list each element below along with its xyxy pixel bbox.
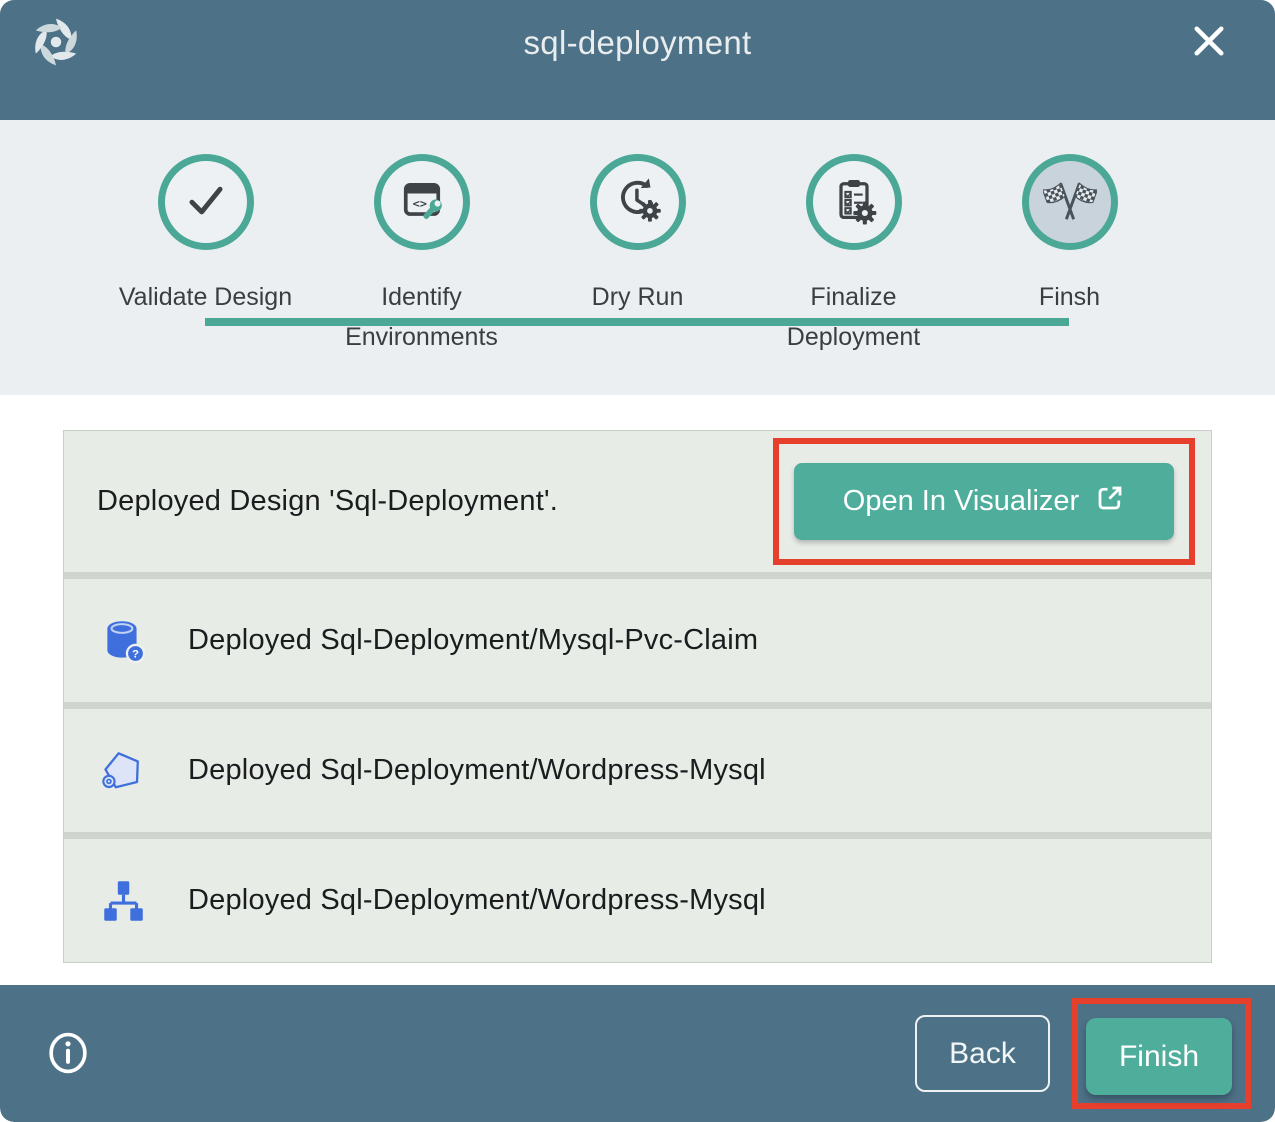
deployment-wizard-dialog: sql-deployment Validate Design (0, 0, 1275, 1122)
deployment-result-row: Deployed Sql-Deployment/Wordpress-Mysql (64, 839, 1211, 962)
step-label: Dry Run (592, 277, 684, 317)
dialog-header: sql-deployment (0, 0, 1275, 120)
svg-text:?: ? (132, 648, 139, 660)
step-circle (158, 154, 254, 250)
step-circle (806, 154, 902, 250)
dialog-footer: Back Finish (0, 985, 1275, 1122)
back-button[interactable]: Back (915, 1015, 1050, 1092)
hierarchy-icon (98, 876, 148, 926)
info-icon (45, 1064, 91, 1079)
checkered-flags-icon (1043, 173, 1097, 232)
external-link-icon (1095, 483, 1125, 521)
info-button[interactable] (44, 1030, 92, 1078)
deployment-results: Deployed Design 'Sql-Deployment'. Open I… (0, 395, 1275, 985)
step-circle: <> (374, 154, 470, 250)
step-label: Finsh (1039, 277, 1100, 317)
close-button[interactable] (1187, 20, 1231, 64)
step-dry-run: Dry Run (530, 154, 746, 357)
deployment-result-row: Deployed Sql-Deployment/Wordpress-Mysql (64, 709, 1211, 832)
step-finalize-deployment: Finalize Deployment (746, 154, 962, 357)
step-circle (1022, 154, 1118, 250)
deployment-result-text: Deployed Sql-Deployment/Wordpress-Mysql (188, 754, 766, 787)
deployment-result-row: ? Deployed Sql-Deployment/Mysql-Pvc-Clai… (64, 579, 1211, 702)
close-icon (1188, 50, 1230, 65)
database-icon: ? (98, 616, 148, 666)
result-list: Deployed Design 'Sql-Deployment'. Open I… (63, 430, 1212, 963)
step-label: Validate Design (119, 277, 292, 317)
pentagon-component-icon (98, 746, 148, 796)
step-circle (590, 154, 686, 250)
step-validate-design: Validate Design (98, 154, 314, 357)
finish-button[interactable]: Finish (1086, 1018, 1232, 1095)
step-finish: Finsh (962, 154, 1178, 357)
code-config-icon: <> (396, 174, 448, 231)
open-in-visualizer-label: Open In Visualizer (843, 485, 1079, 518)
check-icon (180, 174, 232, 231)
wizard-stepper: Validate Design <> (0, 120, 1275, 395)
step-identify-environments: <> Identify Environments (314, 154, 530, 357)
deployment-result-text: Deployed Sql-Deployment/Wordpress-Mysql (188, 884, 766, 917)
step-label: Identify Environments (334, 277, 510, 357)
clipboard-gear-icon (828, 174, 880, 231)
svg-text:<>: <> (412, 196, 426, 210)
open-in-visualizer-button[interactable]: Open In Visualizer (794, 463, 1174, 540)
dry-run-history-gear-icon (612, 174, 664, 231)
deployed-design-status-row: Deployed Design 'Sql-Deployment'. Open I… (64, 431, 1211, 572)
step-label: Finalize Deployment (766, 277, 942, 357)
highlight-box-finish: Finish (1072, 998, 1251, 1109)
highlight-box-open-in-visualizer: Open In Visualizer (773, 438, 1195, 565)
deployed-design-status-text: Deployed Design 'Sql-Deployment'. (97, 485, 558, 518)
deployment-result-text: Deployed Sql-Deployment/Mysql-Pvc-Claim (188, 624, 758, 657)
dialog-title: sql-deployment (0, 24, 1275, 62)
